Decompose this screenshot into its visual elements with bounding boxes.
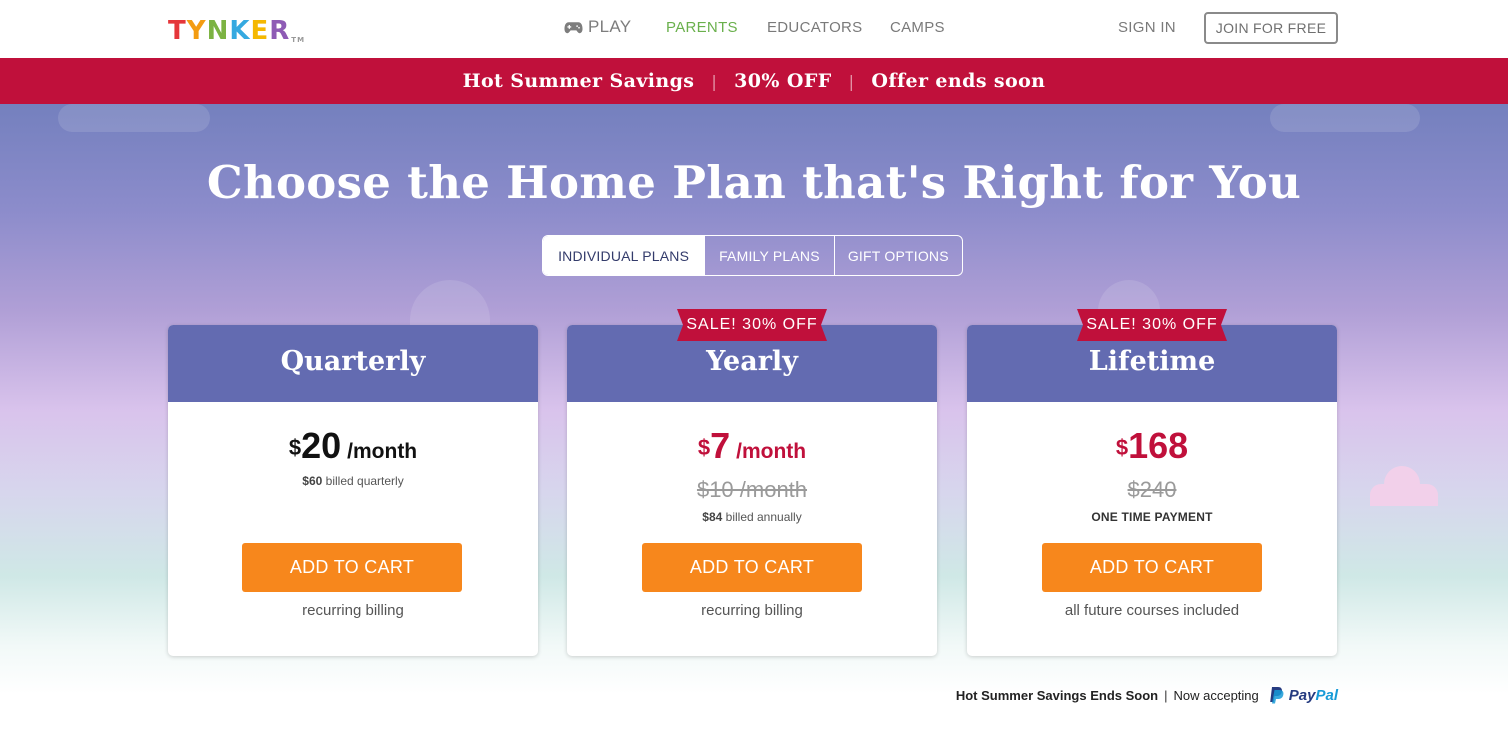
logo-letter: R <box>269 16 291 46</box>
sale-ribbon: SALE! 30% OFF <box>1077 309 1227 341</box>
plan-note: all future courses included <box>1064 602 1240 619</box>
price-currency: $ <box>1115 435 1129 460</box>
plan-card-lifetime: Lifetime SALE! 30% OFF $168 $240 ONE TIM… <box>967 309 1337 656</box>
tab-family-plans[interactable]: FAMILY PLANS <box>705 236 835 275</box>
billing-info: $84 billed annually <box>567 510 937 524</box>
pricing-hero: Choose the Home Plan that's Right for Yo… <box>0 104 1508 694</box>
add-to-cart-button[interactable]: ADD TO CART <box>1042 543 1262 592</box>
price-amount: 168 <box>1128 425 1189 466</box>
plan-note: recurring billing <box>701 602 803 619</box>
price-period: /month <box>347 440 418 463</box>
plan-price: $7/month <box>567 425 937 475</box>
pink-cloud-decoration <box>1370 466 1438 506</box>
logo-letter: T <box>168 16 187 46</box>
plan-tabs: INDIVIDUAL PLANS FAMILY PLANS GIFT OPTIO… <box>542 235 963 276</box>
price-amount: 7 <box>710 425 731 466</box>
logo-letter: N <box>206 16 230 46</box>
page-title: Choose the Home Plan that's Right for Yo… <box>206 156 1302 209</box>
nav-educators-link[interactable]: EDUCATORS <box>767 19 863 36</box>
logo-letter: Y <box>186 16 207 46</box>
payment-type: ONE TIME PAYMENT <box>1091 510 1213 524</box>
plan-note: recurring billing <box>302 602 404 619</box>
promo-banner: Hot Summer Savings | 30% OFF | Offer end… <box>0 58 1508 104</box>
promo-savings-text: Hot Summer Savings <box>462 70 695 92</box>
billing-info: $60 billed quarterly <box>168 474 538 488</box>
billed-amount: $84 <box>702 510 723 524</box>
gamepad-icon <box>564 21 583 33</box>
add-to-cart-button[interactable]: ADD TO CART <box>242 543 462 592</box>
paypal-pay-text: Pay <box>1288 686 1316 704</box>
paypal-logo: PayPal <box>1269 686 1338 704</box>
background-cloud <box>58 104 210 132</box>
nav-parents-link[interactable]: PARENTS <box>666 19 738 36</box>
logo-letter: E <box>250 16 270 46</box>
paypal-pal-text: Pal <box>1315 686 1338 704</box>
price-currency: $ <box>697 435 711 460</box>
billed-text: billed annually <box>722 510 802 524</box>
tab-gift-options[interactable]: GIFT OPTIONS <box>835 236 962 275</box>
sale-ribbon: SALE! 30% OFF <box>677 309 827 341</box>
top-nav: T Y N K E R TM PLAY PARENTS EDUCATORS CA… <box>0 0 1508 58</box>
nav-camps-link[interactable]: CAMPS <box>890 19 945 36</box>
promo-separator: | <box>711 71 718 91</box>
footer-separator: | <box>1164 687 1168 703</box>
savings-ends-text: Hot Summer Savings Ends Soon <box>955 687 1159 703</box>
sign-in-link[interactable]: SIGN IN <box>1118 19 1176 36</box>
background-cloud <box>1270 104 1420 132</box>
billed-amount: $60 <box>302 474 323 488</box>
join-for-free-button[interactable]: JOIN FOR FREE <box>1204 12 1338 44</box>
logo-letter: K <box>229 16 251 46</box>
plan-price: $20/month <box>168 425 538 475</box>
paypal-icon <box>1269 687 1284 704</box>
payment-footer: Hot Summer Savings Ends Soon | Now accep… <box>956 686 1338 704</box>
price-amount: 20 <box>301 425 342 466</box>
billed-text: billed quarterly <box>322 474 404 488</box>
add-to-cart-button[interactable]: ADD TO CART <box>642 543 862 592</box>
price-period: /month <box>736 440 807 463</box>
now-accepting-text: Now accepting <box>1173 687 1259 703</box>
promo-separator: | <box>848 71 855 91</box>
plan-price: $168 <box>967 425 1337 475</box>
price-currency: $ <box>288 435 302 460</box>
logo-trademark: TM <box>291 36 306 44</box>
plan-title: Quarterly <box>168 325 538 402</box>
promo-ends-text: Offer ends soon <box>871 70 1046 92</box>
plan-card-yearly: Yearly SALE! 30% OFF $7/month $10 /month… <box>567 309 937 656</box>
tab-individual-plans[interactable]: INDIVIDUAL PLANS <box>543 236 706 275</box>
original-price: $10 /month <box>696 477 808 502</box>
nav-play-label: PLAY <box>588 17 632 36</box>
plan-card-quarterly: Quarterly $20/month $60 billed quarterly… <box>168 325 538 656</box>
promo-discount-text: 30% OFF <box>734 70 832 92</box>
original-price: $240 <box>1127 477 1177 502</box>
tynker-logo[interactable]: T Y N K E R TM <box>168 14 305 44</box>
nav-play-link[interactable]: PLAY <box>564 17 631 37</box>
